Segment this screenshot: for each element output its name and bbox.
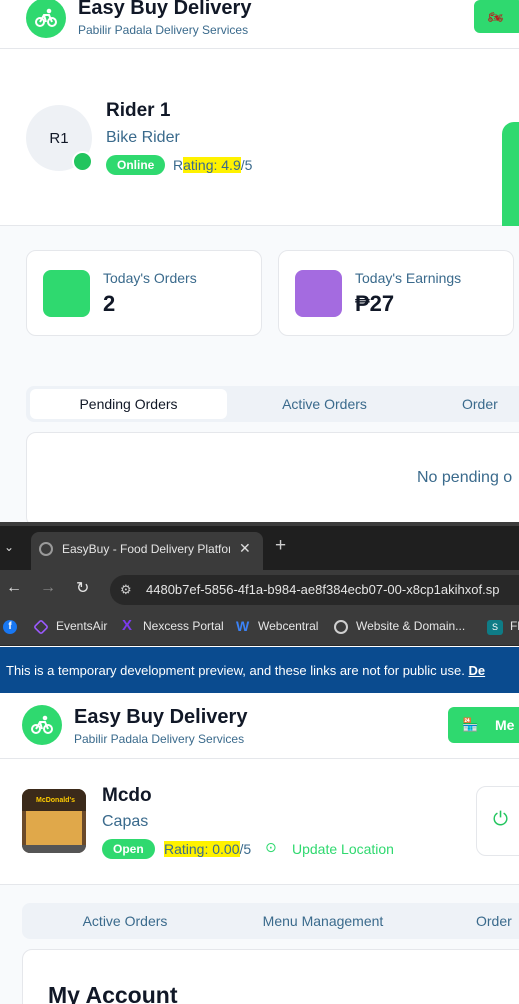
forward-icon[interactable]: → — [40, 579, 56, 597]
store-icon: 🏪 — [462, 717, 479, 732]
storefront-ground — [22, 845, 86, 853]
rating-suffix: /5 — [240, 157, 253, 173]
status-badge: Online — [106, 155, 166, 175]
close-icon[interactable]: ✕ — [239, 540, 251, 557]
brand-subtitle: Pabilir Padala Delivery Services — [74, 732, 245, 746]
stat-label: Today's Orders — [103, 270, 197, 286]
dev-preview-banner: This is a temporary development preview,… — [0, 647, 519, 693]
mcdonalds-logo: McDonald's — [36, 797, 76, 804]
bicycle-logo-icon — [22, 705, 62, 745]
tab-title: EasyBuy - Food Delivery Platfor — [62, 542, 230, 556]
status-badge: Open — [102, 839, 155, 859]
power-icon: ⏻ — [493, 809, 509, 830]
store-tabs: Active Orders Menu Management Order — [22, 903, 519, 939]
nexcess-icon: X — [122, 617, 133, 634]
reload-icon[interactable]: ↻ — [76, 578, 89, 598]
rating: Rating: 0.00/5 — [164, 841, 251, 857]
sharepoint-icon: S — [487, 620, 503, 635]
browser-tab-bar: ⌄ EasyBuy - Food Delivery Platfor ✕ + — [0, 526, 519, 570]
update-location-link[interactable]: Update Location — [292, 841, 394, 857]
rating-value: Rating: 0.00 — [164, 841, 240, 857]
rating: Rating: 4.9/5 — [173, 157, 252, 173]
brand-title: Easy Buy Delivery — [74, 706, 248, 728]
motorcycle-icon: 🏍 — [488, 10, 504, 24]
eventsair-icon — [33, 619, 49, 635]
empty-state-text: No pending o — [417, 469, 513, 486]
webcentral-icon: W — [236, 618, 250, 634]
rider-role: Bike Rider — [106, 129, 180, 146]
status-button[interactable]: 🏍 — [474, 0, 519, 33]
store-toggle-button[interactable]: ⏻ — [476, 786, 519, 856]
globe-icon — [334, 620, 348, 634]
rating-value: ating: 4.9 — [183, 157, 241, 173]
globe-icon — [39, 542, 53, 556]
bookmark-nexcess[interactable]: Nexcess Portal — [143, 619, 224, 633]
store-location: Capas — [102, 813, 149, 830]
tab-order-history[interactable]: Order — [476, 906, 519, 936]
account-panel: My Account — [22, 949, 519, 1004]
address-bar[interactable]: ⚙ 4480b7ef-5856-4f1a-b984-ae8f384ecb07-0… — [110, 575, 519, 605]
back-icon[interactable]: ← — [6, 579, 22, 597]
tab-active-orders[interactable]: Active Orders — [241, 389, 408, 419]
pending-orders-panel: No pending o — [26, 432, 519, 527]
tab-menu-management[interactable]: Menu Management — [246, 906, 400, 936]
tab-menu-chevron-icon[interactable]: ⌄ — [4, 540, 14, 554]
banner-text: This is a temporary development preview,… — [6, 663, 485, 678]
rider-name: Rider 1 — [106, 100, 171, 121]
bookmark-webcentral[interactable]: Webcentral — [258, 619, 318, 633]
store-dashboard: Active Orders Menu Management Order My A… — [0, 885, 519, 1004]
rider-profile: R1 Rider 1 Bike Rider Online Rating: 4.9… — [0, 49, 519, 252]
store-name: Mcdo — [102, 785, 152, 806]
bookmarks-bar: f EventsAir X Nexcess Portal W Webcentra… — [0, 610, 519, 646]
stat-value: 2 — [103, 291, 116, 316]
bookmark-eventsair[interactable]: EventsAir — [56, 619, 107, 633]
site-info-icon[interactable]: ⚙ — [120, 582, 132, 598]
store-header: Easy Buy Delivery Pabilir Padala Deliver… — [0, 693, 519, 759]
store-photo: McDonald's — [22, 789, 86, 853]
rider-header: Easy Buy Delivery Pabilir Padala Deliver… — [0, 0, 519, 49]
stat-card-earnings: Today's Earnings ₱27 — [278, 250, 514, 336]
brand-subtitle: Pabilir Padala Delivery Services — [78, 23, 249, 37]
menu-button-label: Me — [495, 717, 515, 733]
browser-toolbar: ← → ↻ ⚙ 4480b7ef-5856-4f1a-b984-ae8f384e… — [0, 570, 519, 610]
brand-title: Easy Buy Delivery — [78, 0, 252, 19]
rating-prefix: R — [173, 157, 184, 173]
banner-message: This is a temporary development preview,… — [6, 663, 465, 678]
rider-tabs: Pending Orders Active Orders Order — [26, 386, 519, 422]
store-profile: McDonald's Mcdo Capas Open Rating: 0.00/… — [0, 759, 519, 885]
stat-value: ₱27 — [355, 291, 395, 316]
online-indicator — [72, 151, 93, 172]
orders-icon — [43, 270, 90, 317]
bicycle-logo-icon — [26, 0, 66, 38]
map-pin-icon[interactable]: ⊙ — [265, 839, 277, 856]
url-text: 4480b7ef-5856-4f1a-b984-ae8f384ecb07-00-… — [146, 582, 500, 597]
facebook-icon[interactable]: f — [3, 620, 17, 634]
tab-active-orders[interactable]: Active Orders — [52, 906, 198, 936]
tab-order-history[interactable]: Order — [462, 389, 519, 419]
new-tab-icon[interactable]: + — [275, 535, 286, 557]
tab-pending-orders[interactable]: Pending Orders — [30, 389, 227, 419]
banner-link[interactable]: De — [468, 663, 485, 678]
bookmark-fl[interactable]: Fl — [510, 619, 519, 633]
account-title: My Account — [48, 982, 178, 1004]
storefront-windows — [26, 811, 82, 845]
rating-suffix: /5 — [239, 841, 252, 857]
earnings-icon — [295, 270, 342, 317]
browser-tab[interactable]: EasyBuy - Food Delivery Platfor ✕ — [31, 532, 263, 570]
stat-card-orders: Today's Orders 2 — [26, 250, 262, 336]
bookmark-website-domain[interactable]: Website & Domain... — [356, 619, 465, 633]
menu-button[interactable]: 🏪 Me — [448, 707, 519, 743]
stat-label: Today's Earnings — [355, 270, 462, 286]
